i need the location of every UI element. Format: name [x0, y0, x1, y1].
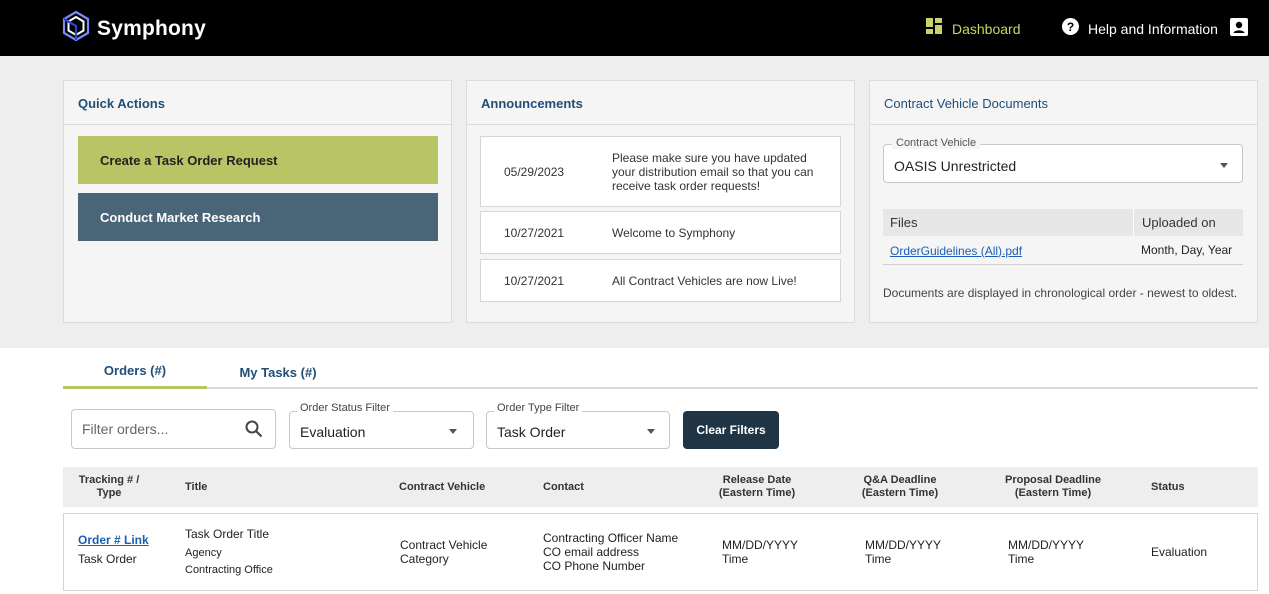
contract-vehicle-select[interactable]: Contract Vehicle OASIS Unrestricted [883, 137, 1243, 183]
files-table-header: Files Uploaded on [883, 209, 1243, 236]
proposal-deadline-time: Time [1008, 552, 1035, 566]
dashboard-icon [926, 18, 942, 39]
order-status-filter-label: Order Status Filter [297, 402, 393, 414]
create-task-order-button[interactable]: Create a Task Order Request [78, 136, 438, 184]
contract-vehicle-label: Contract Vehicle [892, 137, 981, 149]
order-agency: Agency [185, 547, 222, 559]
orders-table-header: Tracking # / Type Title Contract Vehicle… [63, 467, 1258, 507]
qa-deadline-date: MM/DD/YYYY [865, 538, 942, 552]
qa-deadline-time: Time [865, 552, 892, 566]
order-contract-vehicle: Contract Vehicle [400, 538, 488, 552]
filter-orders-input[interactable]: Filter orders... [71, 409, 276, 449]
files-table: Files Uploaded on OrderGuidelines (All).… [883, 209, 1243, 265]
nav-dashboard-label: Dashboard [952, 20, 1021, 37]
order-title: Task Order Title [185, 527, 270, 541]
search-placeholder: Filter orders... [82, 421, 169, 437]
documents-order-note: Documents are displayed in chronological… [883, 286, 1238, 300]
announcements-title: Announcements [467, 81, 854, 125]
uploaded-column-header: Uploaded on [1133, 209, 1216, 236]
contract-documents-title: Contract Vehicle Documents [870, 81, 1257, 125]
nav-help[interactable]: ? Help and Information [1062, 18, 1218, 40]
header-proposal-deadline[interactable]: Proposal Deadline (Eastern Time) [999, 467, 1107, 507]
header-contact[interactable]: Contact [543, 467, 584, 507]
chevron-down-icon [449, 429, 457, 434]
announcement-item: 05/29/2023 Please make sure you have upd… [480, 136, 841, 207]
brand-logo[interactable]: Symphony [62, 10, 206, 47]
account-icon[interactable] [1230, 18, 1248, 41]
header-release-date[interactable]: Release Date (Eastern Time) [713, 467, 801, 507]
order-category: Category [400, 552, 449, 566]
orders-tabs: Orders (#) My Tasks (#) [63, 355, 1258, 389]
top-nav-bar: Symphony Dashboard ? Help and Informatio… [0, 0, 1269, 56]
order-status-filter-value: Evaluation [300, 424, 366, 440]
quick-actions-card: Quick Actions Create a Task Order Reques… [63, 80, 452, 323]
header-tracking[interactable]: Tracking # / Type [71, 467, 147, 507]
announcement-text: All Contract Vehicles are now Live! [612, 273, 797, 288]
brand-name: Symphony [97, 16, 206, 40]
header-status[interactable]: Status [1151, 467, 1185, 507]
quick-actions-title: Quick Actions [64, 81, 451, 125]
nav-help-label: Help and Information [1088, 21, 1218, 37]
market-research-button[interactable]: Conduct Market Research [78, 193, 438, 241]
contract-documents-card: Contract Vehicle Documents Contract Vehi… [869, 80, 1258, 323]
release-date: MM/DD/YYYY [722, 538, 799, 552]
order-type: Task Order [78, 552, 137, 566]
tab-orders[interactable]: Orders (#) [63, 355, 207, 389]
order-type-filter-label: Order Type Filter [494, 402, 583, 414]
chevron-down-icon [647, 429, 655, 434]
order-office: Contracting Office [185, 564, 273, 576]
announcements-card: Announcements 05/29/2023 Please make sur… [466, 80, 855, 323]
order-type-filter-value: Task Order [497, 424, 566, 440]
svg-text:?: ? [1067, 20, 1074, 34]
contact-phone: CO Phone Number [543, 559, 646, 573]
clear-filters-button[interactable]: Clear Filters [683, 411, 779, 449]
file-link[interactable]: OrderGuidelines (All).pdf [890, 244, 1022, 258]
announcement-date: 05/29/2023 [504, 164, 565, 179]
search-icon[interactable] [245, 420, 263, 443]
header-title[interactable]: Title [185, 467, 207, 507]
hexagon-logo-icon [62, 10, 90, 47]
chevron-down-icon [1220, 163, 1228, 168]
announcement-text: Please make sure you have updated your d… [612, 150, 814, 193]
order-status-filter[interactable]: Order Status Filter Evaluation [289, 402, 474, 449]
announcement-item: 10/27/2021 Welcome to Symphony [480, 211, 841, 254]
files-column-header: Files [890, 215, 918, 230]
contact-name: Contracting Officer Name [543, 531, 679, 545]
announcement-text: Welcome to Symphony [612, 225, 736, 240]
help-icon: ? [1062, 18, 1079, 40]
order-status: Evaluation [1151, 545, 1208, 559]
announcement-item: 10/27/2021 All Contract Vehicles are now… [480, 259, 841, 302]
file-row: OrderGuidelines (All).pdf Month, Day, Ye… [883, 236, 1243, 265]
order-link[interactable]: Order # Link [78, 533, 149, 547]
nav-dashboard[interactable]: Dashboard [926, 18, 1021, 39]
tab-my-tasks[interactable]: My Tasks (#) [223, 355, 333, 389]
contact-email: CO email address [543, 545, 640, 559]
contract-vehicle-value: OASIS Unrestricted [894, 158, 1017, 174]
order-type-filter[interactable]: Order Type Filter Task Order [486, 402, 670, 449]
announcement-date: 10/27/2021 [504, 225, 565, 240]
header-contract-vehicle[interactable]: Contract Vehicle [399, 467, 485, 507]
header-qa-deadline[interactable]: Q&A Deadline (Eastern Time) [856, 467, 944, 507]
table-row: Order # Link Task Order Task Order Title… [63, 513, 1258, 591]
file-upload-date: Month, Day, Year [1141, 243, 1233, 257]
release-time: Time [722, 552, 749, 566]
proposal-deadline-date: MM/DD/YYYY [1008, 538, 1085, 552]
announcement-date: 10/27/2021 [504, 273, 565, 288]
